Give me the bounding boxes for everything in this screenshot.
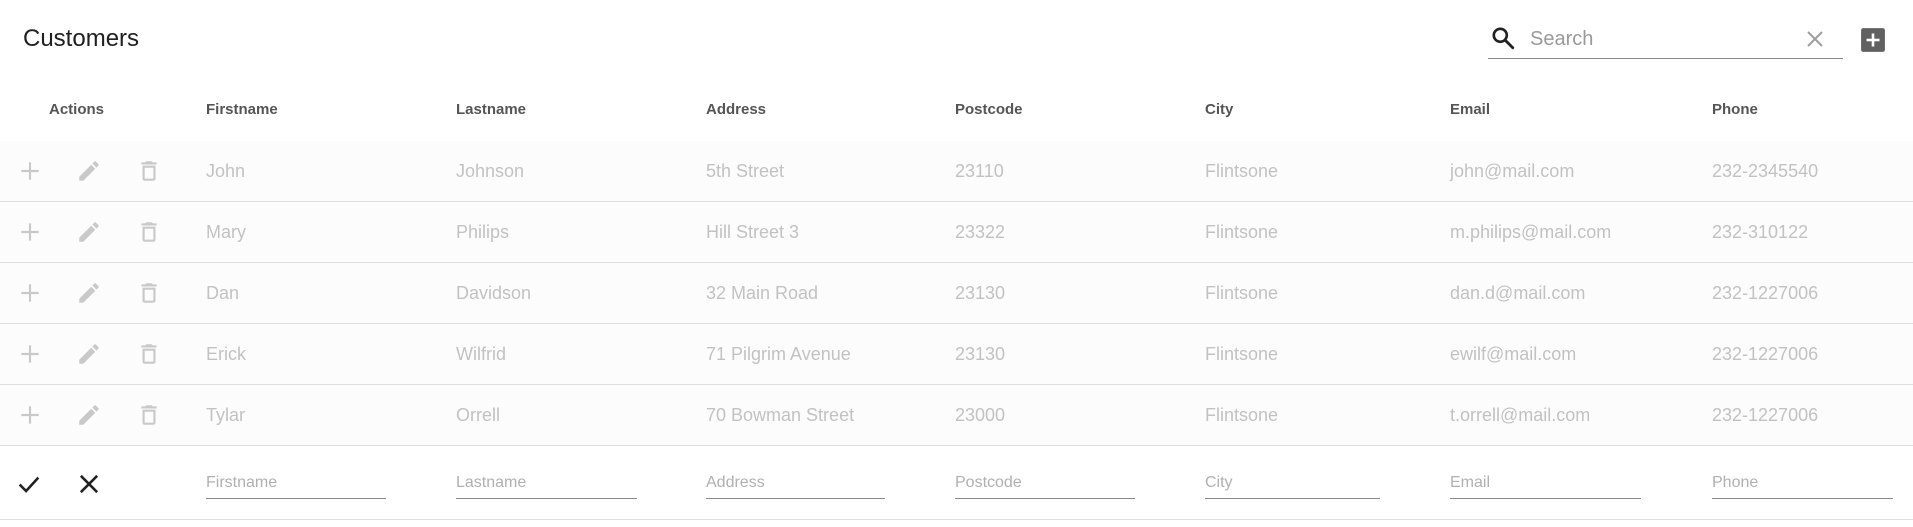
- cell-postcode: 23130: [955, 344, 1006, 364]
- cell-phone: 232-1227006: [1712, 344, 1819, 364]
- new-address-field[interactable]: [706, 468, 885, 499]
- plus-icon[interactable]: [17, 280, 43, 306]
- cell-email: t.orrell@mail.com: [1450, 405, 1591, 425]
- cell-city: Flintsone: [1205, 283, 1279, 303]
- cell-phone: 232-1227006: [1712, 405, 1819, 425]
- cell-phone: 232-1227006: [1712, 283, 1819, 303]
- new-phone-field[interactable]: [1712, 468, 1893, 499]
- cell-email: ewilf@mail.com: [1450, 344, 1577, 364]
- header-postcode[interactable]: Postcode: [955, 101, 1023, 118]
- cell-firstname: John: [206, 161, 246, 181]
- cell-address: 32 Main Road: [706, 283, 819, 303]
- table-toolbar: Customers: [0, 0, 1913, 78]
- cell-postcode: 23322: [955, 222, 1006, 242]
- cell-email: m.philips@mail.com: [1450, 222, 1612, 242]
- header-firstname[interactable]: Firstname: [206, 101, 278, 118]
- add-row-button[interactable]: [1860, 27, 1886, 53]
- cell-postcode: 23110: [955, 161, 1004, 181]
- cell-lastname: Wilfrid: [456, 344, 506, 364]
- cell-lastname: Orrell: [456, 405, 500, 425]
- plus-icon[interactable]: [17, 402, 43, 428]
- new-postcode-field[interactable]: [955, 468, 1135, 499]
- header-phone[interactable]: Phone: [1712, 101, 1758, 118]
- header-email[interactable]: Email: [1450, 101, 1490, 118]
- header-lastname[interactable]: Lastname: [456, 101, 526, 118]
- check-icon[interactable]: [15, 470, 43, 498]
- cell-postcode: 23130: [955, 283, 1006, 303]
- cell-phone: 232-2345540: [1712, 161, 1819, 181]
- pencil-icon[interactable]: [76, 402, 102, 428]
- trash-icon[interactable]: [136, 402, 162, 428]
- trash-icon[interactable]: [136, 219, 162, 245]
- cell-city: Flintsone: [1205, 405, 1279, 425]
- cell-email: john@mail.com: [1450, 161, 1575, 181]
- table-row[interactable]: John Johnson 5th Street 23110 Flintsone john@…: [0, 141, 1913, 202]
- pencil-icon[interactable]: [76, 341, 102, 367]
- cell-postcode: 23000: [955, 405, 1006, 425]
- new-city-field[interactable]: [1205, 468, 1380, 499]
- cell-firstname: Mary: [206, 222, 246, 242]
- cell-lastname: Philips: [456, 222, 510, 242]
- cell-phone: 232-310122: [1712, 222, 1809, 242]
- cell-firstname: Tylar: [206, 405, 246, 425]
- table-row[interactable]: Dan Davidson 32 Main Road 23130 Flintsone dan…: [0, 263, 1913, 324]
- cell-firstname: Erick: [206, 344, 246, 364]
- cell-firstname: Dan: [206, 283, 240, 303]
- cell-address: Hill Street 3: [706, 222, 800, 242]
- search-icon: [1492, 27, 1515, 50]
- search-field[interactable]: [1488, 20, 1843, 59]
- cell-address: 71 Pilgrim Avenue: [706, 344, 851, 364]
- trash-icon[interactable]: [136, 280, 162, 306]
- cell-lastname: Johnson: [456, 161, 525, 181]
- cell-address: 70 Bowman Street: [706, 405, 855, 425]
- pencil-icon[interactable]: [76, 280, 102, 306]
- trash-icon[interactable]: [136, 158, 162, 184]
- close-icon[interactable]: [75, 470, 103, 498]
- header-address[interactable]: Address: [706, 101, 766, 118]
- new-firstname-field[interactable]: [206, 468, 386, 499]
- cell-city: Flintsone: [1205, 344, 1279, 364]
- table-row[interactable]: Tylar Orrell 70 Bowman Street 23000 Flintson…: [0, 385, 1913, 446]
- cell-city: Flintsone: [1205, 222, 1279, 242]
- cell-address: 5th Street: [706, 161, 785, 181]
- plus-icon[interactable]: [17, 158, 43, 184]
- close-icon[interactable]: [1803, 27, 1827, 51]
- pencil-icon[interactable]: [76, 158, 102, 184]
- new-email-field[interactable]: [1450, 468, 1641, 499]
- new-lastname-field[interactable]: [456, 468, 637, 499]
- plus-icon[interactable]: [17, 341, 43, 367]
- cell-city: Flintsone: [1205, 161, 1279, 181]
- search-input[interactable]: [1528, 24, 1792, 54]
- new-row-editor: [0, 448, 1913, 520]
- header-city[interactable]: City: [1205, 101, 1233, 118]
- table-row[interactable]: Mary Philips Hill Street 3 23322 Flintsone m.…: [0, 202, 1913, 263]
- trash-icon[interactable]: [136, 341, 162, 367]
- cell-email: dan.d@mail.com: [1450, 283, 1586, 303]
- pencil-icon[interactable]: [76, 219, 102, 245]
- table-header: Actions Firstname Lastname Address Postc…: [0, 91, 1913, 131]
- header-actions: Actions: [49, 101, 105, 118]
- cell-lastname: Davidson: [456, 283, 532, 303]
- page-title: Customers: [23, 25, 140, 52]
- plus-icon[interactable]: [17, 219, 43, 245]
- table-row[interactable]: Erick Wilfrid 71 Pilgrim Avenue 23130 Flints…: [0, 324, 1913, 385]
